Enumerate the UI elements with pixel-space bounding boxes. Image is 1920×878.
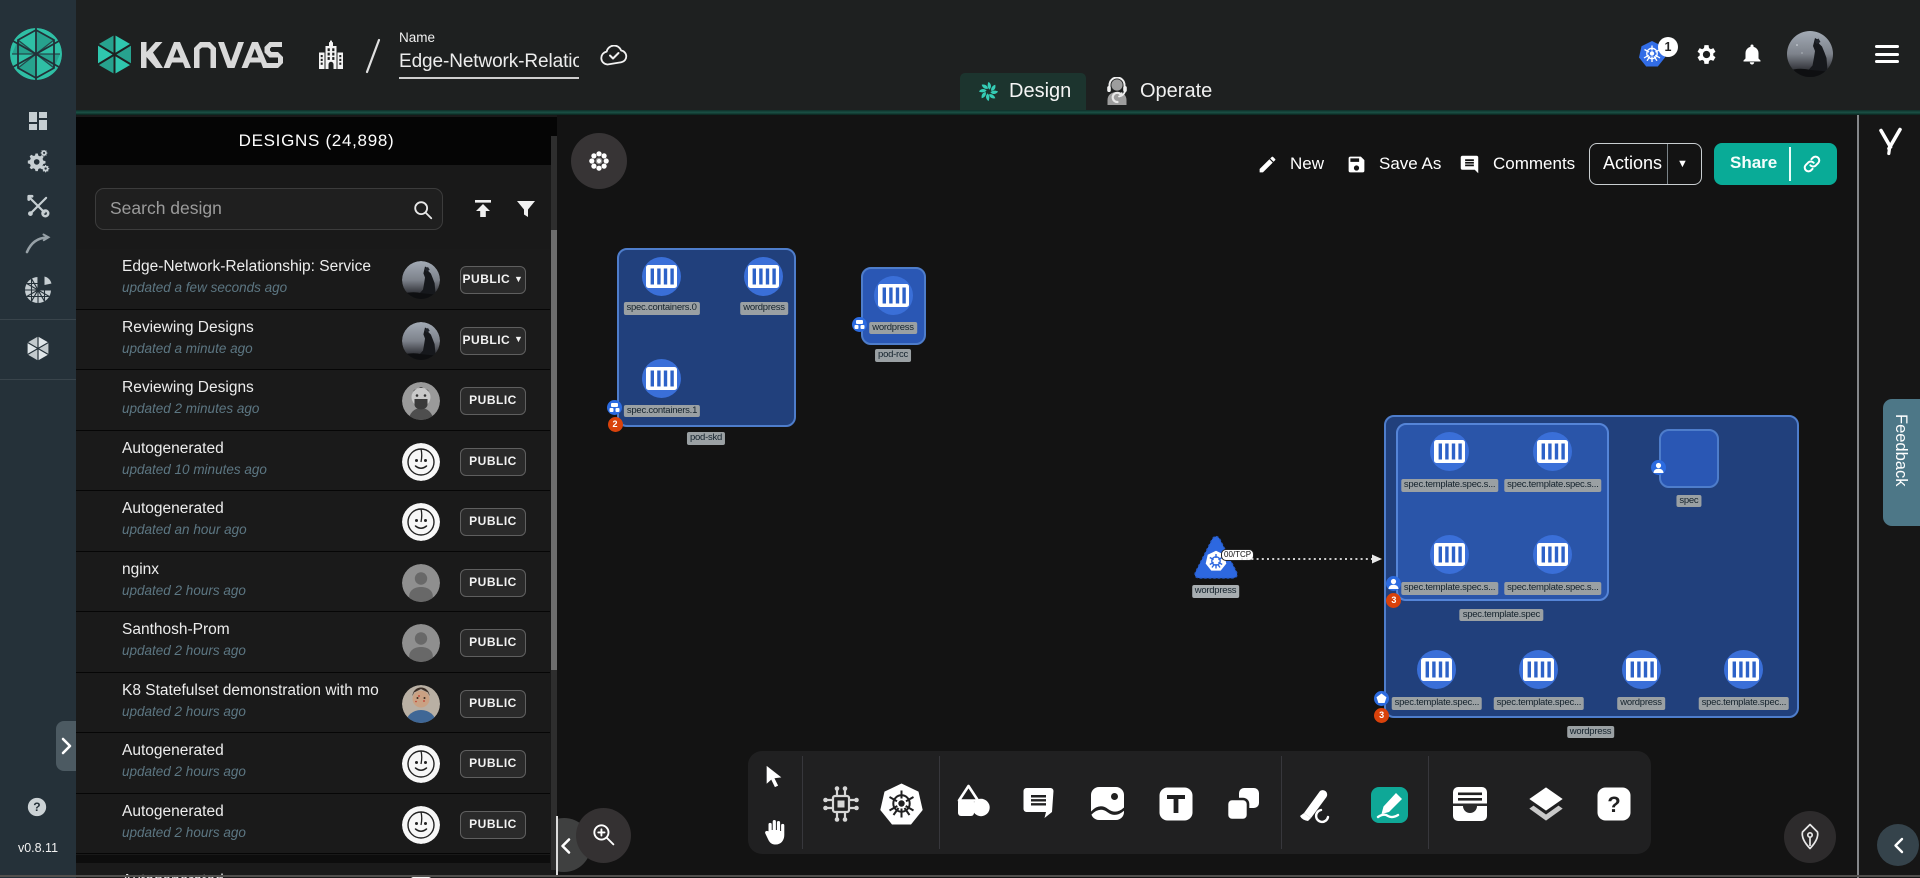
svg-text:?: ? bbox=[1607, 792, 1620, 817]
svg-text:?: ? bbox=[33, 800, 40, 814]
